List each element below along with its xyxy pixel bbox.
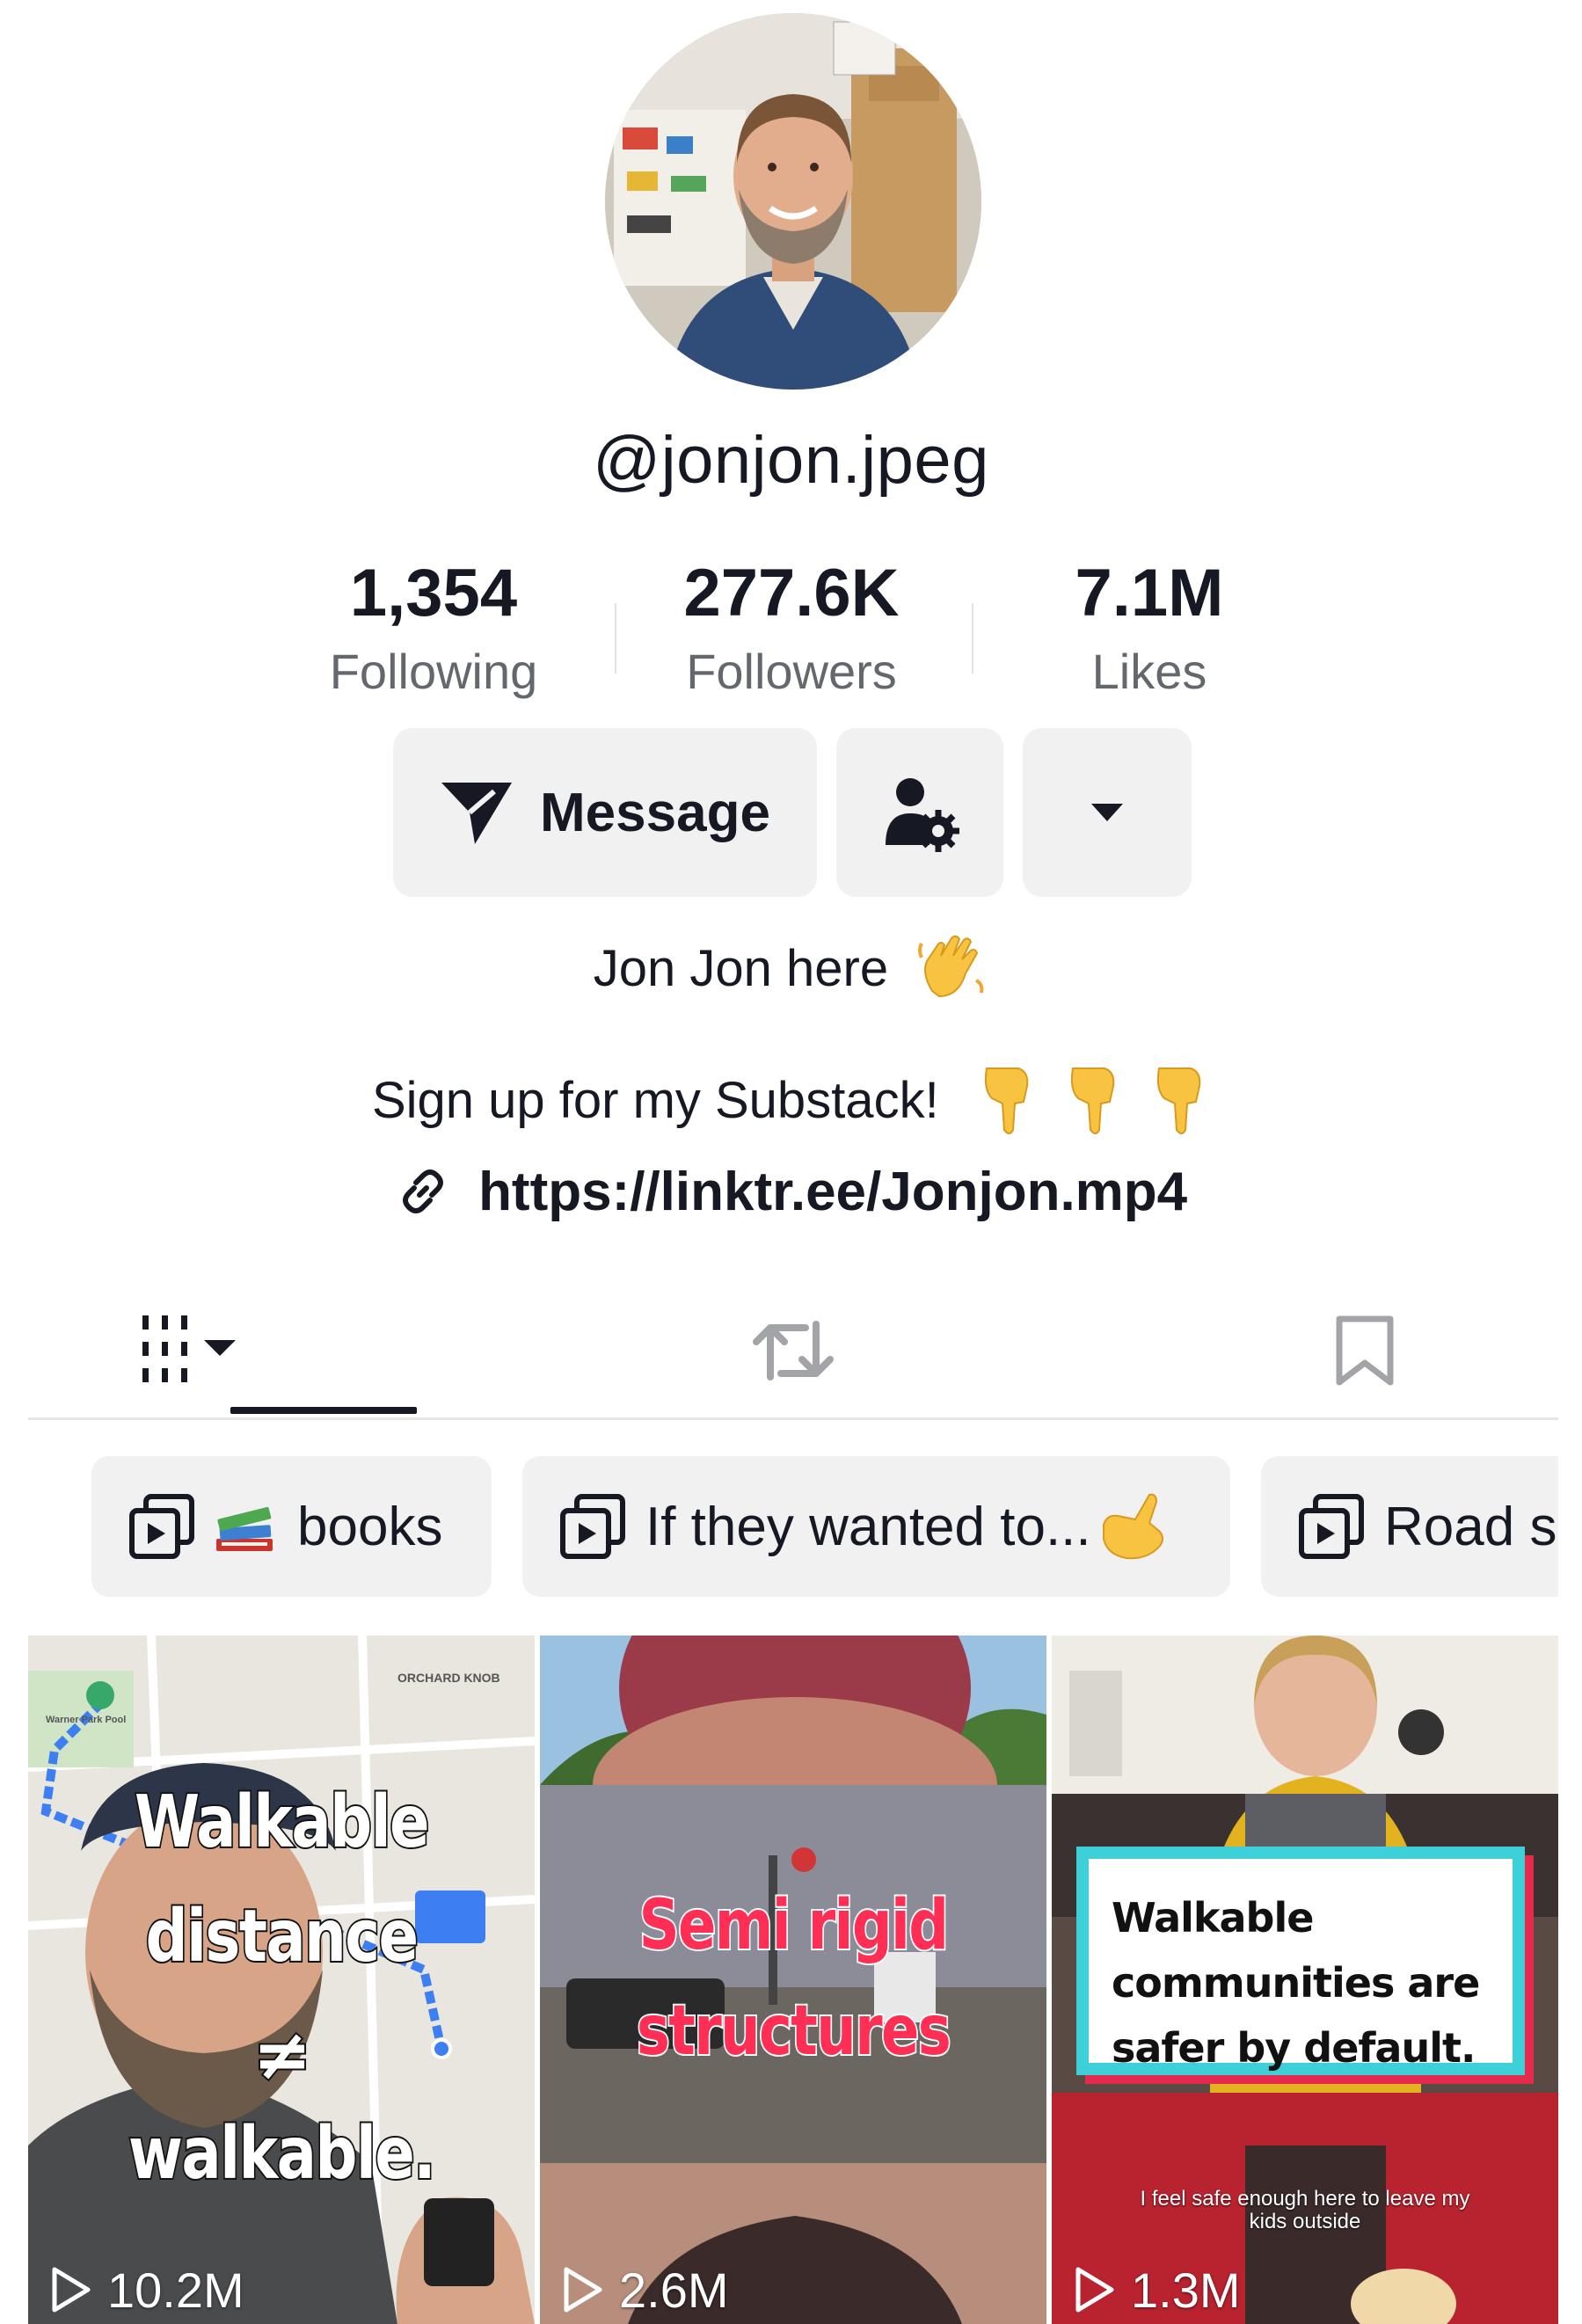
playlist-row: books If they wanted to... Road s xyxy=(28,1456,1558,1604)
active-tab-indicator xyxy=(230,1407,417,1414)
map-label: Warner Park Pool xyxy=(46,1715,127,1725)
playlist-icon xyxy=(1299,1494,1364,1559)
profile-photo xyxy=(605,13,981,390)
video-caption: Walkable xyxy=(1112,1894,1314,1942)
pointing-down-icons xyxy=(974,1067,1210,1134)
books-icon xyxy=(216,1506,273,1551)
subtitle-line: kids outside xyxy=(1249,2210,1361,2233)
message-button[interactable]: Message xyxy=(393,728,817,897)
view-count: 1.3M xyxy=(1073,2259,1241,2320)
view-count: 10.2M xyxy=(49,2259,244,2320)
video-caption: Semi rigid xyxy=(638,1884,951,1967)
caption-card: Walkable communities are safer by defaul… xyxy=(1076,1847,1525,2075)
person-gear-icon xyxy=(886,778,959,852)
bio-text: Sign up for my Substack! xyxy=(371,1072,939,1129)
stat-label: Following xyxy=(329,644,538,699)
stat-value: 277.6K xyxy=(683,556,900,630)
suggested-accounts-button[interactable] xyxy=(836,728,1003,897)
pointing-down-icon xyxy=(1156,1067,1201,1134)
video-grid: ORCHARD KNOB Warner Park Pool Walkable d… xyxy=(28,1636,1558,2324)
call-me-hand-icon xyxy=(1102,1493,1163,1560)
playlist-label: If they wanted to... xyxy=(645,1496,1091,1557)
divider xyxy=(615,603,616,674)
playlist-chip[interactable]: books xyxy=(91,1456,492,1597)
stat-value: 7.1M xyxy=(1075,556,1224,630)
video-thumbnail[interactable]: Semi rigid structures 2.6M xyxy=(540,1636,1046,2324)
bio-line: Sign up for my Substack! xyxy=(0,1067,1582,1137)
tab-videos[interactable] xyxy=(28,1284,626,1417)
play-icon xyxy=(564,2267,602,2313)
stat-likes[interactable]: 7.1M Likes xyxy=(1009,554,1290,707)
link-text: https://linktr.ee/Jonjon.mp4 xyxy=(478,1162,1188,1222)
view-count: 2.6M xyxy=(561,2259,729,2320)
grid-bars-icon xyxy=(142,1315,236,1382)
pointing-down-icon xyxy=(1070,1067,1115,1134)
playlist-label: books xyxy=(297,1496,443,1557)
view-count-text: 1.3M xyxy=(1131,2262,1241,2318)
play-icon xyxy=(52,2267,91,2313)
send-icon xyxy=(441,783,513,844)
view-count-text: 10.2M xyxy=(107,2262,244,2318)
video-caption: safer by default. xyxy=(1112,2024,1476,2072)
stat-label: Followers xyxy=(686,644,897,699)
video-thumbnail[interactable]: ORCHARD KNOB Warner Park Pool Walkable d… xyxy=(28,1636,535,2324)
avatar[interactable] xyxy=(605,13,981,390)
divider xyxy=(972,603,973,674)
link-icon xyxy=(402,1169,443,1213)
video-caption: Walkable xyxy=(133,1779,431,1866)
video-caption: structures xyxy=(635,1990,952,2073)
tab-reposts[interactable] xyxy=(538,1284,1048,1417)
video-subtitle: I feel safe enough here to leave my kids… xyxy=(1052,2188,1558,2233)
video-caption: communities are xyxy=(1112,1959,1480,2007)
view-count-text: 2.6M xyxy=(619,2262,729,2318)
video-caption: ≠ xyxy=(251,2012,313,2097)
playlist-icon xyxy=(560,1494,625,1559)
pointing-down-icon xyxy=(984,1067,1029,1134)
stat-value: 1,354 xyxy=(349,556,518,630)
subtitle-line: I feel safe enough here to leave my xyxy=(1140,2187,1470,2211)
message-label: Message xyxy=(540,782,770,843)
thumbnail-image xyxy=(28,1636,535,2324)
username: @jonjon.jpeg xyxy=(593,423,989,498)
bio-text: Jon Jon here xyxy=(593,940,889,997)
map-label: ORCHARD KNOB xyxy=(397,1671,500,1685)
video-caption: distance xyxy=(144,1893,420,1980)
bio-line: Jon Jon here xyxy=(0,935,1582,1003)
playlist-chip[interactable]: If they wanted to... xyxy=(522,1456,1230,1597)
playlist-chip[interactable]: Road s xyxy=(1261,1456,1558,1597)
caret-down-icon xyxy=(1091,804,1123,821)
stat-label: Likes xyxy=(1091,644,1207,699)
more-options-button[interactable] xyxy=(1023,728,1192,897)
video-thumbnail[interactable]: Walkable communities are safer by defaul… xyxy=(1052,1636,1558,2324)
tab-saved[interactable] xyxy=(1048,1284,1558,1417)
thumbnail-image xyxy=(540,1636,1046,2324)
bio-link[interactable]: https://linktr.ee/Jonjon.mp4 xyxy=(0,1161,1582,1223)
profile-tabs xyxy=(28,1284,1558,1420)
stat-following[interactable]: 1,354 Following xyxy=(293,554,574,707)
repost-icon xyxy=(753,1321,834,1381)
playlist-label: Road s xyxy=(1384,1496,1557,1557)
stat-followers[interactable]: 277.6K Followers xyxy=(651,554,932,707)
bookmark-icon xyxy=(1336,1315,1394,1386)
profile-stats: 1,354 Following 277.6K Followers 7.1M Li… xyxy=(264,554,1319,703)
waving-hand-icon xyxy=(918,935,984,997)
play-icon xyxy=(1075,2267,1114,2313)
playlist-icon xyxy=(129,1494,194,1559)
video-caption: walkable. xyxy=(127,2110,437,2197)
